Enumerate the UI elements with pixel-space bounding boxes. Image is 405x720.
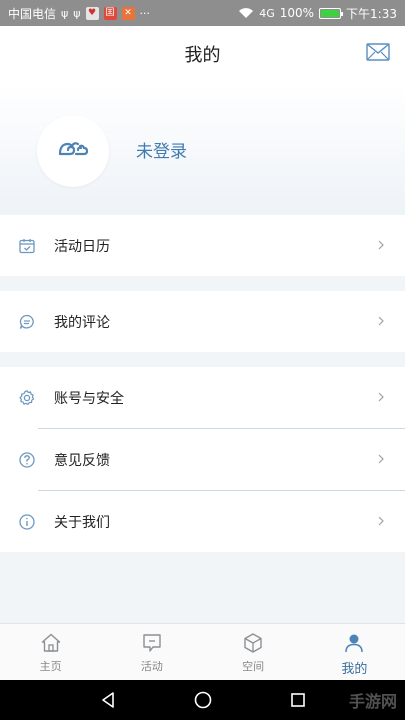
menu-label: 我的评论	[54, 314, 110, 331]
comment-icon	[18, 313, 36, 331]
question-icon	[18, 451, 36, 469]
battery-percent: 100%	[279, 6, 315, 20]
info-icon	[18, 513, 36, 531]
cube-icon	[244, 633, 262, 653]
wifi-icon	[239, 8, 254, 18]
recents-icon[interactable]	[288, 690, 308, 710]
chevron-right-icon	[378, 454, 384, 464]
menu-group-settings: 账号与安全 意见反馈 关于我们	[0, 367, 405, 552]
carrier-label: 中国电信	[8, 6, 57, 21]
back-icon[interactable]	[98, 690, 118, 710]
bottom-nav: 主页 活动 空间 我的	[0, 623, 405, 680]
avatar[interactable]	[37, 115, 109, 187]
profile-header: 我的 未登录	[0, 26, 405, 214]
usb-debug-icon: ψ	[73, 6, 81, 20]
menu-item-comments[interactable]: 我的评论	[0, 291, 405, 352]
gear-icon	[18, 389, 36, 407]
chevron-right-icon	[378, 392, 384, 402]
menu-item-about[interactable]: 关于我们	[0, 491, 405, 552]
tab-label: 空间	[242, 660, 265, 673]
menu-item-account-security[interactable]: 账号与安全	[0, 367, 405, 428]
menu-label: 意见反馈	[54, 452, 110, 469]
menu-group-calendar: 活动日历	[0, 215, 405, 276]
notification-icon: ♥	[85, 6, 99, 20]
signal-icon: 4G	[259, 6, 275, 20]
tab-space[interactable]: 空间	[203, 624, 304, 680]
tab-home[interactable]: 主页	[0, 624, 101, 680]
menu-item-feedback[interactable]: 意见反馈	[0, 429, 405, 490]
chevron-right-icon	[378, 316, 384, 326]
more-notifications-icon: ···	[139, 6, 151, 20]
tab-activity[interactable]: 活动	[101, 624, 202, 680]
login-status[interactable]: 未登录	[136, 137, 187, 162]
chevron-right-icon	[378, 516, 384, 526]
calendar-icon	[18, 237, 36, 255]
app-badge-icon: ✕	[121, 6, 135, 20]
chevron-right-icon	[378, 240, 384, 250]
cloud-logo-icon	[58, 142, 89, 156]
page-title: 我的	[184, 45, 221, 66]
menu-label: 活动日历	[54, 238, 110, 255]
tab-label: 活动	[140, 660, 163, 673]
tab-mine[interactable]: 我的	[304, 624, 405, 680]
menu-item-calendar[interactable]: 活动日历	[0, 215, 405, 276]
battery-icon	[319, 7, 344, 19]
tab-label: 主页	[39, 660, 62, 673]
flag-icon	[143, 634, 161, 652]
menu-label: 关于我们	[54, 514, 110, 531]
tab-label: 我的	[341, 662, 368, 677]
app-notification-icon: 囯	[103, 6, 117, 20]
menu-group-comments: 我的评论	[0, 291, 405, 352]
menu-label: 账号与安全	[54, 390, 124, 407]
watermark: 手游网	[348, 692, 397, 711]
mail-icon[interactable]	[366, 43, 390, 61]
person-icon	[345, 634, 364, 653]
clock: 下午1:33	[346, 6, 397, 21]
home-button-icon[interactable]	[193, 690, 213, 710]
system-nav-bar	[0, 680, 405, 720]
home-icon	[41, 633, 60, 652]
status-bar: 中国电信 ψ ψ ♥ 囯 ✕ ··· 4G 100% 下午1:33	[0, 0, 405, 26]
usb-icon: ψ	[61, 6, 69, 20]
